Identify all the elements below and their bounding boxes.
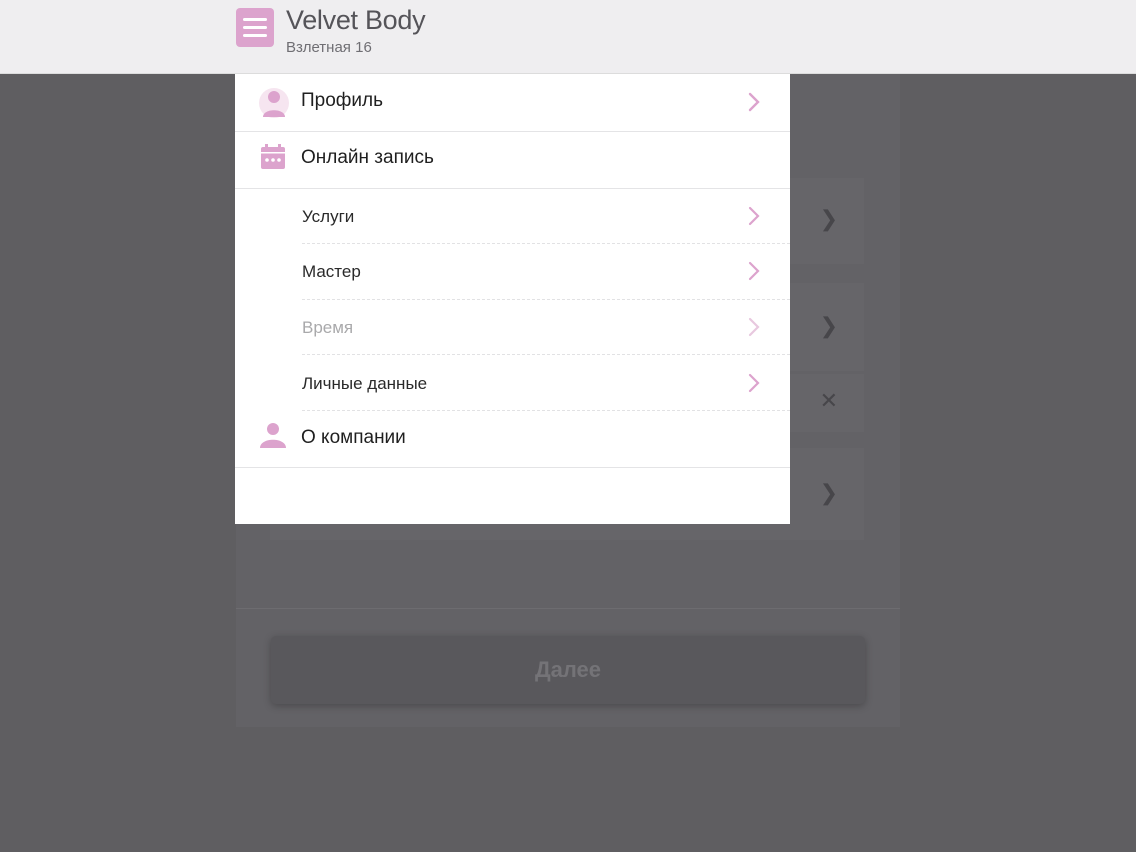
profile-icon — [259, 87, 289, 118]
app-title: Velvet Body — [286, 5, 426, 35]
divider — [236, 608, 900, 609]
divider — [235, 467, 790, 468]
menu-subitem-label: Время — [302, 318, 354, 337]
menu-item-label: Онлайн запись — [301, 147, 434, 168]
app-subtitle: Взлетная 16 — [286, 39, 372, 56]
calendar-icon — [259, 143, 289, 173]
chevron-right-icon — [748, 92, 760, 112]
hamburger-line — [243, 26, 267, 29]
chevron-right-icon — [748, 261, 760, 281]
next-button[interactable]: Далее — [271, 636, 865, 704]
menu-subitem-master[interactable]: Мастер — [235, 244, 790, 300]
menu-subitem-time[interactable]: Время — [235, 300, 790, 355]
chevron-right-icon: ❯ — [819, 313, 838, 338]
chevron-right-icon — [748, 317, 760, 337]
menu-item-online-booking[interactable]: Онлайн запись — [235, 132, 790, 188]
menu-subitem-label: Услуги — [302, 207, 355, 226]
chevron-right-icon: ❯ — [819, 206, 838, 231]
menu-subitem-personal-data[interactable]: Личные данные — [235, 355, 790, 410]
app-header: Velvet Body Взлетная 16 — [0, 0, 1136, 74]
hamburger-menu-button[interactable] — [236, 8, 274, 47]
menu-item-about[interactable]: О компании — [235, 411, 790, 467]
menu-item-label: О компании — [301, 427, 406, 448]
chevron-right-icon — [748, 373, 760, 393]
menu-subitem-label: Личные данные — [302, 374, 428, 393]
hamburger-line — [243, 18, 267, 21]
close-icon: ✕ — [819, 388, 838, 413]
menu-item-profile[interactable]: Профиль — [235, 74, 790, 131]
menu-item-label: Профиль — [301, 90, 384, 111]
chevron-right-icon — [748, 206, 760, 226]
menu-subitem-label: Мастер — [302, 262, 361, 281]
hamburger-line — [243, 34, 267, 37]
menu-subitem-services[interactable]: Услуги — [235, 189, 790, 244]
person-icon — [259, 421, 289, 451]
chevron-right-icon: ❯ — [819, 480, 838, 505]
navigation-menu: Профиль Онлайн запись Услуги Мастер Врем… — [235, 74, 790, 524]
